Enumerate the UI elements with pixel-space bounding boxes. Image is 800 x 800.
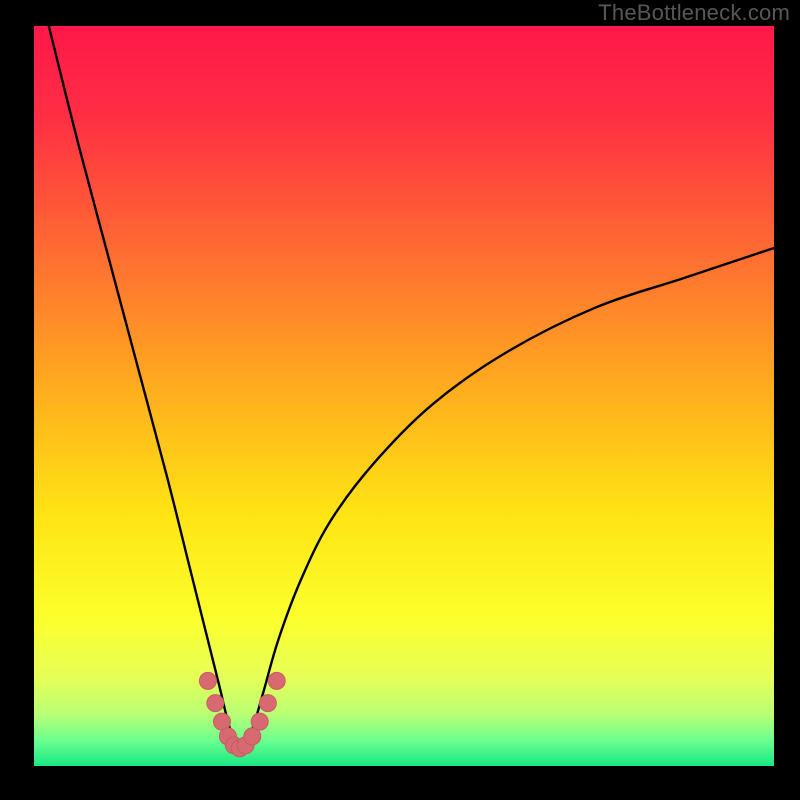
chart-frame: TheBottleneck.com (0, 0, 800, 800)
plot-area (34, 26, 774, 766)
minimum-marker-dot (259, 695, 276, 712)
minimum-marker-dot (268, 672, 285, 689)
minimum-marker-dot (207, 695, 224, 712)
minimum-marker-dot (199, 672, 216, 689)
watermark-text: TheBottleneck.com (598, 0, 790, 26)
plot-svg (34, 26, 774, 766)
minimum-marker-dot (251, 713, 268, 730)
